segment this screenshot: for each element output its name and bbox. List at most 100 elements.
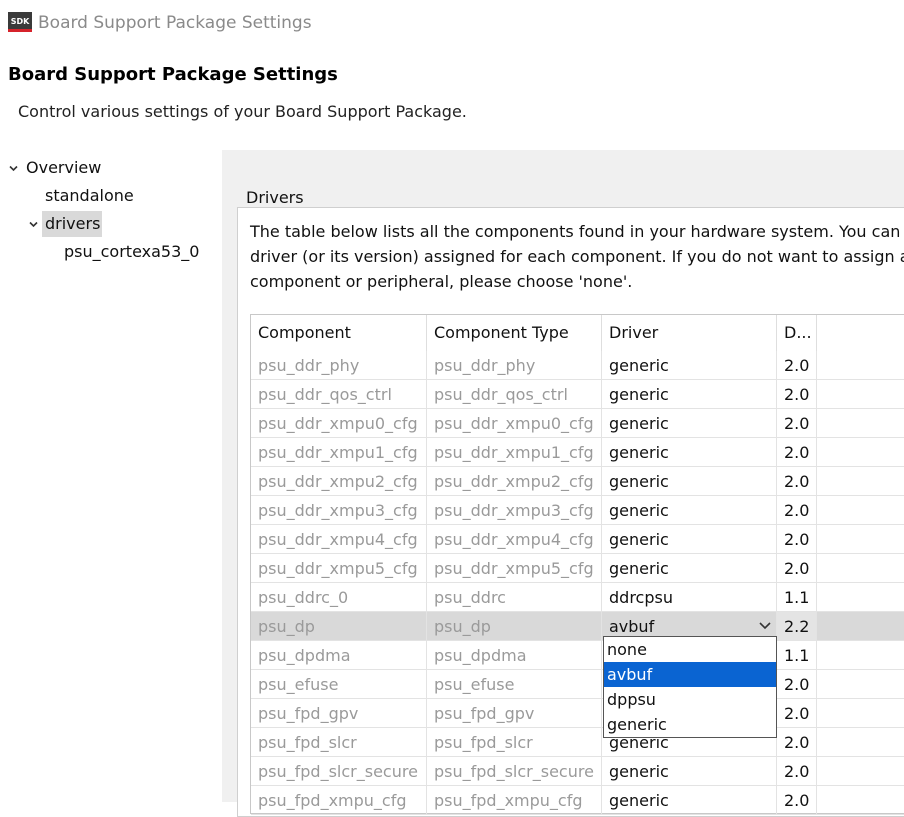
table-row[interactable]: psu_fpd_xmpu_cfg psu_fpd_xmpu_cfg generic 2…	[251, 786, 904, 815]
cell-component: psu_fpd_slcr_secure	[251, 757, 427, 786]
cell-component: psu_fpd_xmpu_cfg	[251, 786, 427, 815]
cell-component-type: psu_fpd_xmpu_cfg	[427, 786, 602, 815]
cell-component: psu_ddr_xmpu5_cfg	[251, 554, 427, 583]
column-header-component-type[interactable]: Component Type	[427, 315, 602, 351]
cell-component: psu_ddr_xmpu2_cfg	[251, 467, 427, 496]
cell-component-type: psu_dpdma	[427, 641, 602, 670]
cell-component-type: psu_ddrc	[427, 583, 602, 612]
chevron-down-icon[interactable]	[9, 164, 18, 173]
cell-component-type: psu_ddr_phy	[427, 351, 602, 380]
table-row[interactable]: psu_ddr_xmpu4_cfg psu_ddr_xmpu4_cfg generi…	[251, 525, 904, 554]
cell-driver[interactable]: generic	[602, 757, 777, 786]
dropdown-option-avbuf[interactable]: avbuf	[604, 662, 776, 687]
page-title: Board Support Package Settings	[8, 64, 338, 85]
cell-component: psu_ddr_xmpu1_cfg	[251, 438, 427, 467]
dropdown-option-dppsu[interactable]: dppsu	[604, 687, 776, 712]
cell-component-type: psu_ddr_xmpu4_cfg	[427, 525, 602, 554]
cell-driver-version: 2.0	[777, 554, 817, 583]
cell-driver-version: 2.0	[777, 438, 817, 467]
tree-item-overview[interactable]: Overview	[26, 158, 101, 177]
cell-driver-version: 2.0	[777, 467, 817, 496]
cell-component-type: psu_efuse	[427, 670, 602, 699]
cell-driver-version: 2.0	[777, 699, 817, 728]
table-row[interactable]: psu_ddrc_0 psu_ddrc ddrcpsu 1.1	[251, 583, 904, 612]
dropdown-option-none[interactable]: none	[604, 637, 776, 662]
cell-component-type: psu_fpd_slcr	[427, 728, 602, 757]
cell-component-type: psu_ddr_xmpu3_cfg	[427, 496, 602, 525]
cell-driver-version: 2.0	[777, 757, 817, 786]
table-row[interactable]: psu_dpdma psu_dpdma 1.1	[251, 641, 904, 670]
cell-component: psu_ddr_phy	[251, 351, 427, 380]
tree-item-standalone[interactable]: standalone	[45, 186, 134, 205]
driver-dropdown-list: none avbuf dppsu generic	[603, 636, 777, 738]
cell-component: psu_dp	[251, 612, 427, 641]
table-row[interactable]: psu_ddr_qos_ctrl psu_ddr_qos_ctrl generic 2…	[251, 380, 904, 409]
chevron-down-icon[interactable]	[29, 220, 38, 229]
table-row[interactable]: psu_fpd_slcr_secure psu_fpd_slcr_secure ge…	[251, 757, 904, 786]
tree-item-psu-cortexa53-0[interactable]: psu_cortexa53_0	[64, 242, 199, 261]
cell-driver[interactable]: ddrcpsu	[602, 583, 777, 612]
table-row[interactable]: psu_ddr_xmpu3_cfg psu_ddr_xmpu3_cfg generi…	[251, 496, 904, 525]
cell-driver-version: 2.0	[777, 496, 817, 525]
table-row[interactable]: psu_ddr_xmpu0_cfg psu_ddr_xmpu0_cfg generi…	[251, 409, 904, 438]
column-header-component[interactable]: Component	[251, 315, 427, 351]
window-title: Board Support Package Settings	[38, 13, 312, 33]
table-row[interactable]: psu_ddr_xmpu1_cfg psu_ddr_xmpu1_cfg generi…	[251, 438, 904, 467]
cell-driver-version: 1.1	[777, 583, 817, 612]
cell-component-type: psu_ddr_xmpu0_cfg	[427, 409, 602, 438]
cell-component: psu_efuse	[251, 670, 427, 699]
drivers-group-label: Drivers	[246, 188, 304, 207]
cell-component: psu_ddr_xmpu3_cfg	[251, 496, 427, 525]
cell-component-type: psu_dp	[427, 612, 602, 641]
page-description: Control various settings of your Board S…	[18, 102, 467, 121]
cell-driver-version: 2.0	[777, 786, 817, 815]
cell-driver[interactable]: generic	[602, 496, 777, 525]
chevron-down-icon[interactable]	[759, 621, 771, 631]
table-row[interactable]: psu_fpd_gpv psu_fpd_gpv 2.0	[251, 699, 904, 728]
drivers-description-line: driver (or its version) assigned for eac…	[250, 247, 904, 266]
cell-component: psu_ddr_xmpu4_cfg	[251, 525, 427, 554]
cell-component-type: psu_ddr_qos_ctrl	[427, 380, 602, 409]
table-row[interactable]: psu_fpd_slcr psu_fpd_slcr generic 2.0	[251, 728, 904, 757]
cell-driver[interactable]: generic	[602, 409, 777, 438]
cell-driver[interactable]: generic	[602, 525, 777, 554]
cell-component: psu_fpd_gpv	[251, 699, 427, 728]
cell-driver[interactable]: generic	[602, 786, 777, 815]
cell-component-type: psu_ddr_xmpu1_cfg	[427, 438, 602, 467]
cell-driver[interactable]: generic	[602, 467, 777, 496]
cell-driver-version: 2.0	[777, 670, 817, 699]
column-header-driver-version[interactable]: D...	[777, 315, 817, 351]
title-bar: SDK Board Support Package Settings	[0, 0, 904, 46]
cell-component-type: psu_fpd_gpv	[427, 699, 602, 728]
cell-driver-version: 1.1	[777, 641, 817, 670]
column-header-driver[interactable]: Driver	[602, 315, 777, 351]
cell-component: psu_dpdma	[251, 641, 427, 670]
table-row[interactable]: psu_ddr_phy psu_ddr_phy generic 2.0	[251, 351, 904, 380]
cell-component-type: psu_ddr_xmpu5_cfg	[427, 554, 602, 583]
table-row[interactable]: psu_ddr_xmpu2_cfg psu_ddr_xmpu2_cfg generi…	[251, 467, 904, 496]
drivers-description-line: component or peripheral, please choose '…	[250, 272, 633, 291]
table-row[interactable]: psu_ddr_xmpu5_cfg psu_ddr_xmpu5_cfg generi…	[251, 554, 904, 583]
cell-component: psu_fpd_slcr	[251, 728, 427, 757]
cell-component: psu_ddr_xmpu0_cfg	[251, 409, 427, 438]
cell-component-type: psu_ddr_xmpu2_cfg	[427, 467, 602, 496]
sdk-logo-icon: SDK	[8, 12, 32, 32]
drivers-description-line: The table below lists all the components…	[250, 222, 904, 241]
cell-driver[interactable]: generic	[602, 554, 777, 583]
cell-driver-version: 2.0	[777, 525, 817, 554]
cell-component: psu_ddr_qos_ctrl	[251, 380, 427, 409]
tree-item-drivers[interactable]: drivers	[45, 214, 100, 233]
table-row[interactable]: psu_efuse psu_efuse 2.0	[251, 670, 904, 699]
cell-component: psu_ddrc_0	[251, 583, 427, 612]
cell-driver[interactable]: generic	[602, 438, 777, 467]
drivers-table: Component Component Type Driver D... psu…	[250, 314, 904, 815]
cell-driver-version: 2.0	[777, 380, 817, 409]
cell-driver-version: 2.0	[777, 351, 817, 380]
cell-driver-version: 2.0	[777, 409, 817, 438]
cell-driver[interactable]: generic	[602, 351, 777, 380]
dropdown-option-generic[interactable]: generic	[604, 712, 776, 737]
cell-driver-version: 2.2	[777, 612, 817, 641]
cell-driver[interactable]: generic	[602, 380, 777, 409]
table-row[interactable]: psu_dp psu_dp avbuf 2.2	[251, 612, 904, 641]
cell-driver-version: 2.0	[777, 728, 817, 757]
